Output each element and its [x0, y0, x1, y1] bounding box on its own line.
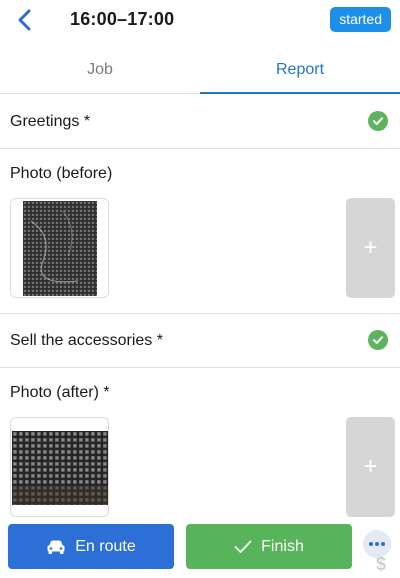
photo-after-label: Photo (after) * — [10, 384, 110, 401]
greetings-check-icon — [368, 111, 388, 131]
photo-after-section: Photo (after) * + — [0, 368, 400, 538]
photo-before-label: Photo (before) — [10, 165, 113, 182]
photo-before-section: Photo (before) + — [0, 149, 400, 314]
greetings-row[interactable]: Greetings * — [0, 95, 400, 149]
add-photo-after-button[interactable]: + — [346, 417, 395, 517]
car-icon — [46, 539, 66, 555]
status-badge: started — [330, 7, 391, 32]
sell-accessories-row[interactable]: Sell the accessories * — [0, 314, 400, 368]
finish-button[interactable]: Finish — [186, 524, 352, 569]
photo-after-thumbnail[interactable] — [10, 417, 109, 517]
back-button[interactable] — [10, 6, 40, 34]
sell-accessories-label: Sell the accessories * — [10, 332, 163, 349]
photo-after-image — [12, 431, 108, 505]
en-route-label: En route — [75, 537, 136, 555]
dollar-icon[interactable]: $ — [376, 554, 386, 575]
greetings-label: Greetings * — [10, 113, 91, 130]
photo-before-thumbnail[interactable] — [10, 198, 109, 298]
tab-report[interactable]: Report — [200, 48, 400, 94]
add-photo-before-button[interactable]: + — [346, 198, 395, 298]
job-report-screen: 16:00–17:00 started Job Report Greetings… — [0, 0, 400, 578]
header: 16:00–17:00 started — [0, 0, 400, 40]
en-route-button[interactable]: En route — [8, 524, 174, 569]
page-title: 16:00–17:00 — [70, 9, 175, 29]
sell-accessories-check-icon — [368, 330, 388, 350]
photo-before-image — [23, 201, 97, 296]
chevron-left-icon — [18, 9, 31, 31]
tab-job[interactable]: Job — [0, 48, 200, 93]
tab-bar: Job Report — [0, 48, 400, 94]
finish-label: Finish — [261, 537, 304, 555]
check-icon — [234, 540, 252, 554]
